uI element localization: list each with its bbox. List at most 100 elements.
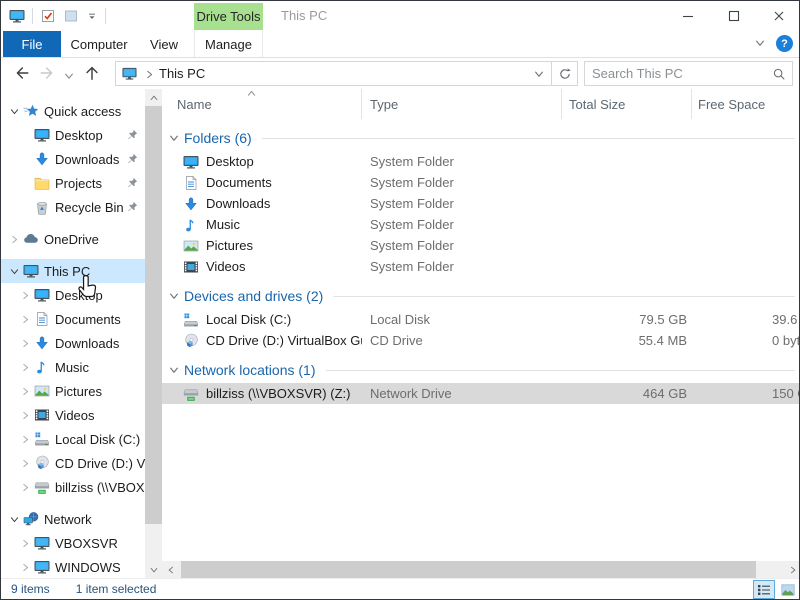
desktop-icon — [34, 287, 50, 303]
file-name: Local Disk (C:) — [206, 312, 291, 327]
file-row-local-disk-c[interactable]: Local Disk (C:)Local Disk79.5 GB39.6 G — [162, 309, 800, 330]
sidebar-item-downloads[interactable]: Downloads — [1, 331, 145, 355]
breadcrumb-chevron-icon[interactable] — [144, 69, 154, 79]
help-button[interactable]: ? — [776, 35, 793, 52]
customize-quick-access-dropdown-icon[interactable] — [86, 10, 98, 22]
scrollbar-thumb[interactable] — [145, 106, 162, 524]
file-name: Desktop — [206, 154, 254, 169]
recent-locations-chevron-icon[interactable] — [62, 66, 76, 86]
file-name-cell: Documents — [162, 175, 362, 191]
sidebar-scrollbar[interactable] — [145, 89, 162, 578]
tab-manage[interactable]: Manage — [194, 31, 263, 57]
sidebar-item-documents[interactable]: Documents — [1, 307, 145, 331]
scroll-up-arrow-icon[interactable] — [145, 89, 162, 106]
chevron-right-icon[interactable] — [18, 560, 32, 574]
expand-ribbon-chevron-icon[interactable] — [754, 37, 768, 51]
group-header-devices-and-drives-2[interactable]: Devices and drives (2) — [162, 283, 800, 309]
sidebar-item-windows[interactable]: WINDOWS — [1, 555, 145, 578]
chevron-right-icon[interactable] — [18, 536, 32, 550]
scroll-left-arrow-icon[interactable] — [162, 561, 179, 578]
sidebar-item-desktop[interactable]: Desktop — [1, 123, 145, 147]
search-input[interactable] — [585, 66, 766, 81]
chevron-right-icon[interactable] — [7, 232, 21, 246]
sidebar-item-local-disk-c[interactable]: Local Disk (C:) — [1, 427, 145, 451]
chevron-right-icon[interactable] — [18, 456, 32, 470]
address-bar[interactable]: This PC — [115, 61, 578, 86]
horizontal-scrollbar[interactable] — [162, 561, 800, 578]
file-row-cd-drive-d-virtualbox-gu[interactable]: CD Drive (D:) VirtualBox Gu...CD Drive55… — [162, 330, 800, 351]
sidebar-item-pictures[interactable]: Pictures — [1, 379, 145, 403]
group-collapse-chevron-icon[interactable] — [168, 290, 180, 302]
scrollbar-thumb[interactable] — [181, 561, 756, 578]
sidebar-item-vboxsvr[interactable]: VBOXSVR — [1, 531, 145, 555]
chevron-down-icon[interactable] — [7, 104, 21, 118]
chevron-right-icon[interactable] — [18, 480, 32, 494]
navigation-toolbar: This PC — [1, 58, 800, 89]
column-header-total-size[interactable]: Total Size — [562, 89, 692, 119]
breadcrumb-location[interactable]: This PC — [159, 66, 205, 81]
sidebar-item-billziss-vboxs[interactable]: billziss (\\VBOXS — [1, 475, 145, 499]
tab-computer[interactable]: Computer — [61, 31, 137, 57]
search-icon[interactable] — [766, 67, 792, 81]
column-header-free-space[interactable]: Free Space — [692, 89, 800, 119]
column-header-name[interactable]: Name — [162, 89, 362, 119]
tab-file[interactable]: File — [3, 31, 61, 57]
sidebar-item-onedrive[interactable]: OneDrive — [1, 227, 145, 251]
chevron-right-icon[interactable] — [18, 408, 32, 422]
file-type: System Folder — [362, 217, 562, 232]
sidebar-item-this-pc[interactable]: This PC — [1, 259, 145, 283]
sidebar-item-projects[interactable]: Projects — [1, 171, 145, 195]
sidebar-item-music[interactable]: Music — [1, 355, 145, 379]
sidebar-item-label: Desktop — [55, 128, 103, 143]
group-collapse-chevron-icon[interactable] — [168, 132, 180, 144]
drive-tools-contextual-tab[interactable]: Drive Tools — [194, 3, 263, 30]
sidebar-item-network[interactable]: Network — [1, 507, 145, 531]
sidebar-item-recycle-bin[interactable]: Recycle Bin — [1, 195, 145, 219]
refresh-icon[interactable] — [551, 62, 577, 85]
file-row-documents[interactable]: DocumentsSystem Folder — [162, 172, 800, 193]
chevron-right-icon[interactable] — [18, 384, 32, 398]
column-header-type[interactable]: Type — [362, 89, 562, 119]
chevron-right-icon[interactable] — [18, 432, 32, 446]
chevron-spacer — [18, 176, 32, 190]
breadcrumb[interactable]: This PC — [116, 62, 527, 85]
chevron-right-icon[interactable] — [18, 312, 32, 326]
sidebar-item-label: Videos — [55, 408, 95, 423]
file-row-pictures[interactable]: PicturesSystem Folder — [162, 235, 800, 256]
tab-view[interactable]: View — [137, 31, 191, 57]
scroll-down-arrow-icon[interactable] — [145, 561, 162, 578]
chevron-down-icon[interactable] — [7, 512, 21, 526]
sidebar-item-downloads[interactable]: Downloads — [1, 147, 145, 171]
file-row-music[interactable]: MusicSystem Folder — [162, 214, 800, 235]
group-collapse-chevron-icon[interactable] — [168, 364, 180, 376]
details-view-button[interactable] — [753, 580, 775, 599]
chevron-down-icon[interactable] — [7, 264, 21, 278]
up-button[interactable] — [82, 63, 102, 83]
sidebar-item-desktop[interactable]: Desktop — [1, 283, 145, 307]
address-dropdown-chevron-icon[interactable] — [527, 62, 551, 85]
group-header-folders-6[interactable]: Folders (6) — [162, 125, 800, 151]
chevron-right-icon[interactable] — [18, 288, 32, 302]
scroll-right-arrow-icon[interactable] — [784, 561, 800, 578]
sidebar-item-quick-access[interactable]: Quick access — [1, 99, 145, 123]
large-icons-view-button[interactable] — [777, 580, 799, 599]
file-row-videos[interactable]: VideosSystem Folder — [162, 256, 800, 277]
sidebar-item-cd-drive-d-vir[interactable]: CD Drive (D:) Vir — [1, 451, 145, 475]
file-row-desktop[interactable]: DesktopSystem Folder — [162, 151, 800, 172]
chevron-right-icon[interactable] — [18, 360, 32, 374]
back-button[interactable] — [11, 63, 31, 83]
downloads-icon — [34, 335, 50, 351]
chevron-right-icon[interactable] — [18, 336, 32, 350]
file-row-billziss-vboxsvr-z[interactable]: billziss (\\VBOXSVR) (Z:)Network Drive46… — [162, 383, 800, 404]
close-button[interactable] — [757, 1, 800, 31]
sidebar-item-videos[interactable]: Videos — [1, 403, 145, 427]
new-folder-icon[interactable] — [63, 8, 79, 24]
minimize-button[interactable] — [666, 1, 710, 31]
forward-button[interactable] — [38, 63, 58, 83]
computer-icon — [34, 559, 50, 575]
properties-checkbox-icon[interactable] — [40, 8, 56, 24]
maximize-button[interactable] — [712, 1, 756, 31]
sidebar-item-label: OneDrive — [44, 232, 99, 247]
group-header-network-locations-1[interactable]: Network locations (1) — [162, 357, 800, 383]
file-row-downloads[interactable]: DownloadsSystem Folder — [162, 193, 800, 214]
